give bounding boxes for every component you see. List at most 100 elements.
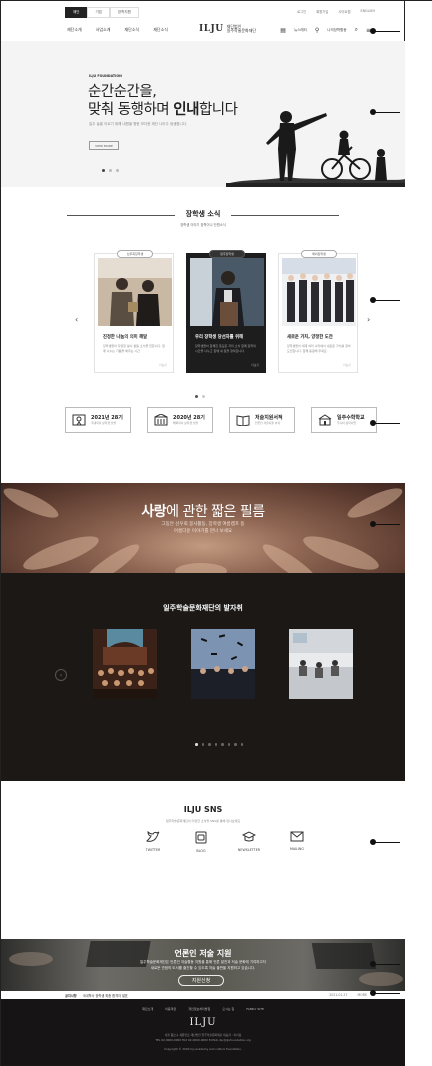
hero-silhouette-image: [226, 111, 405, 187]
footprints-dot[interactable]: [201, 743, 204, 746]
card-more[interactable]: 더보기: [159, 363, 167, 367]
card-badge: 해외장학생: [301, 250, 337, 258]
quick-link-sub: 언론인 저술지원 서적: [255, 421, 280, 425]
hero-dot[interactable]: [102, 169, 105, 172]
card-desc: 장학생들이 함께한 뜻깊은 자리 소식 함께 장학의 시간을 나누고 함께 새 …: [195, 344, 256, 353]
footprints-dot[interactable]: [234, 743, 237, 746]
news-pager: [195, 395, 205, 398]
menu-item-news-2[interactable]: 재단소식: [153, 27, 168, 33]
hero-dot[interactable]: [116, 169, 119, 172]
sns-newsletter-link[interactable]: NEWSLETTER: [229, 831, 269, 852]
sitemap-link[interactable]: 사이트맵: [338, 9, 350, 14]
book-icon: [236, 415, 250, 426]
footer-link-location[interactable]: 오시는 길: [222, 1007, 234, 1011]
site-logo[interactable]: ILJU 재단법인 일주학술문화재단: [199, 24, 256, 34]
footer-link-terms[interactable]: 이용약관: [165, 1007, 176, 1011]
news-title: 장학생 소식: [185, 210, 221, 218]
footprints-dot[interactable]: [227, 743, 230, 746]
quick-link-books[interactable]: 저술지원서적 언론인 저술지원 서적: [229, 407, 295, 433]
footprints-dot[interactable]: [208, 743, 211, 746]
news-dot[interactable]: [202, 395, 205, 398]
hero-dot[interactable]: [109, 169, 112, 172]
footprints-prev-icon[interactable]: ‹: [55, 669, 67, 681]
footprint-photo-graduation[interactable]: [191, 629, 255, 699]
annotation-pointer: [370, 990, 400, 996]
page: 재단 기업 장학지원 로그인 회원가입 사이트맵 ENGLISH 재단소개 사업…: [0, 0, 432, 1066]
footprints-dot[interactable]: [195, 743, 198, 746]
card-desc: 장학생들이 세계 여러 나라에서 새로운 가치를 찾아 도전합니다. 함께 응원…: [287, 344, 351, 353]
tab-company[interactable]: 기업: [87, 7, 110, 18]
card-more[interactable]: 더보기: [343, 363, 351, 367]
tab-scholarship[interactable]: 장학지원: [109, 7, 139, 18]
sns-title: ILJU SNS: [183, 805, 223, 814]
notice-date: 2021.01.27: [329, 992, 348, 997]
press-desc-line1: 일주학술문화재단은 언론인 저술활동 지원을 통해 언론 발전과 저술 문화에 …: [140, 960, 266, 964]
sns-blog-link[interactable]: BLOG: [181, 831, 221, 853]
notice-meta: 2021.01.27 MORE: [329, 993, 367, 997]
footer-link-privacy[interactable]: 개인정보처리방침: [188, 1007, 210, 1011]
footprint-photo-classroom[interactable]: [289, 629, 353, 699]
news-card[interactable]: 해외장학생 새로운 가치, 양정한 도전 장학생들이 세계 여러 나라에서 새로…: [278, 250, 358, 373]
search-icon[interactable]: ⌕: [355, 26, 358, 34]
twitter-icon: [146, 831, 160, 842]
footprints-pager: [195, 743, 243, 746]
notice-text[interactable]: 국내학사 장학생 최종 합격자 발표: [83, 994, 128, 998]
sns-label: BLOG: [196, 849, 206, 853]
annotation-pointer: [370, 297, 400, 303]
news-next-icon[interactable]: ›: [367, 315, 370, 324]
hero-title-line2-pre: 맞춰 동행하며: [88, 102, 174, 118]
news-card-active[interactable]: 일주장학생 우리 장학생 당선자를 위해 장학생들이 함께한 뜻깊은 자리 소식…: [186, 250, 266, 373]
tab-foundation[interactable]: 재단: [65, 7, 88, 18]
footprints-dot[interactable]: [214, 743, 217, 746]
mail-icon: [290, 831, 304, 842]
hero-pager: [102, 169, 119, 172]
sns-label: NEWSLETTER: [237, 848, 261, 852]
press-title: 언론인 저술 지원: [174, 949, 232, 958]
annotation-pointer: [370, 839, 400, 845]
quick-link-sub: 해외학사 장학생 선발: [173, 421, 198, 425]
sns-label: TWITTER: [145, 848, 161, 852]
footer-link-about[interactable]: 재단소개: [142, 1007, 153, 1011]
news-dot[interactable]: [195, 395, 198, 398]
join-link[interactable]: 회원가입: [316, 9, 328, 14]
english-link[interactable]: ENGLISH: [361, 9, 376, 14]
login-link[interactable]: 로그인: [297, 9, 306, 14]
film-title: 사랑에 관한 짧은 필름: [1, 501, 405, 521]
quick-link-sub: 국내학사 장학생 선발: [91, 421, 116, 425]
section-frame-news: 장학생 소식 장학생 이야기 장학이나 단원소식 ‹ › 선우회장학생 진정한 …: [1, 187, 405, 483]
footer-contact: TEL 02-0000-0000 FAX 02-0000-0000 E-MAIL…: [155, 1037, 251, 1042]
news-prev-icon[interactable]: ‹: [75, 315, 78, 324]
newsletter-icon: ▤: [280, 26, 286, 34]
sns-twitter-link[interactable]: TWITTER: [133, 831, 173, 852]
quick-link-domestic[interactable]: 2021년 28기 국내학사 장학생 선발: [65, 407, 131, 433]
hero-more-button[interactable]: VIEW MORE: [89, 141, 119, 150]
film-title-bold: 사랑: [141, 504, 167, 520]
menu-item-business[interactable]: 사업소개: [96, 27, 111, 33]
footprint-photo-concert[interactable]: [93, 629, 157, 699]
love-film-banner[interactable]: 사랑에 관한 짧은 필름 그동안 선우회 봉사활동, 장학생 여름캠프 등 아름다…: [1, 483, 405, 573]
footprints-dot[interactable]: [240, 743, 243, 746]
quick-link-overseas[interactable]: 2020년 28기 해외학사 장학생 선발: [147, 407, 213, 433]
card-desc: 장학생들의 다양한 봉사 활동 소식을 전합니다. 함께 나누는 기쁨을 배우는…: [103, 344, 165, 353]
annotation-pointer: [370, 961, 400, 967]
menu-item-news[interactable]: 재단소식: [124, 27, 139, 33]
hero-title-line1: 순간순간을,: [88, 84, 157, 100]
graduation-cap-icon: [242, 831, 256, 842]
newsletter-link[interactable]: 뉴스레터: [294, 28, 307, 33]
footprints-dot[interactable]: [221, 743, 224, 746]
logo-text: 재단법인 일주학술문화재단: [226, 24, 257, 34]
footer-links: 재단소개 이용약관 개인정보처리방침 오시는 길 FAMILY SITE: [1, 1007, 405, 1011]
menu-item-about[interactable]: 재단소개: [67, 27, 82, 33]
apply-button[interactable]: 지원신청: [178, 975, 224, 986]
my-activity-link[interactable]: 나의장학활동: [327, 28, 346, 33]
card-title: 새로운 가치, 양정한 도전: [287, 335, 333, 340]
news-card[interactable]: 선우회장학생 진정한 나눔의 의미 깨달 장학생들의 다양한 봉사 활동 소식을…: [94, 250, 174, 373]
notice-more-link[interactable]: MORE: [358, 993, 368, 997]
sns-label: MAILING: [290, 847, 304, 851]
family-site-select[interactable]: FAMILY SITE: [246, 1007, 264, 1011]
card-more[interactable]: 더보기: [251, 363, 259, 367]
annotation-pointer: [370, 420, 400, 426]
sns-mailing-link[interactable]: MAILING: [277, 831, 317, 851]
logo-text-name: 일주학술문화재단: [226, 28, 257, 33]
quick-link-school[interactable]: 일주수학학교 주니어 장학사업: [311, 407, 377, 433]
